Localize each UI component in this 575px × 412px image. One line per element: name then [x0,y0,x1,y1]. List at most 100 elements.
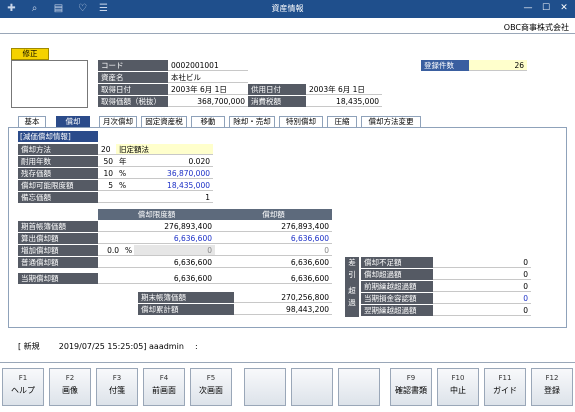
acq-date-field[interactable]: 2003年 6月 1日 [168,84,248,95]
f5-key: F5 [206,374,216,382]
excess-side-label: 超過 [345,281,359,317]
row-label-normal: 普通償却額 [18,257,98,268]
method-name: 旧定額法 [116,144,213,155]
minimize-icon[interactable]: — [520,2,536,15]
zoom-icon[interactable]: ⌕ [28,3,41,15]
name-field[interactable]: 本社ビル [168,72,248,83]
tax-label: 消費税額 [248,96,306,107]
memo-label: 備忘価額 [18,192,98,203]
use-date-label: 供用日付 [248,84,306,95]
f5-label: 次画面 [199,386,223,395]
f1-label: ヘルプ [11,386,35,395]
limit-value: 18,435,000 [130,180,213,191]
calc-limit: 6,636,600 [98,233,215,244]
current-label: 当期償却額 [18,273,98,284]
new-doc-icon[interactable]: ✚ [5,3,18,15]
diff-label-4: 翌期繰越超過額 [361,305,433,316]
col-limit-header: 償却限度額 [98,209,215,220]
diff-label-1: 償却超過額 [361,269,433,280]
tax-field[interactable]: 18,435,000 [306,96,382,107]
f6-button[interactable] [244,368,286,406]
status-timestamp: 2019/07/25 15:25:05] [58,342,147,351]
close-icon[interactable]: ✕ [556,2,572,15]
diff-label-2: 前期繰越超過額 [361,281,433,292]
f3-label: 付箋 [109,386,125,395]
cum-value: 98,443,200 [234,304,332,315]
memo-value[interactable]: 1 [98,192,213,203]
f12-label: 登録 [544,386,560,395]
limit-pct[interactable]: 5 [98,180,116,191]
increase-amount: 0 [215,245,332,256]
f4-key: F4 [159,374,169,382]
method-code[interactable]: 20 [98,144,116,155]
edit-mode-badge: 修正 [11,48,49,60]
image-box[interactable] [11,60,88,108]
residual-value: 36,870,000 [130,168,213,179]
use-date-field[interactable]: 2003年 6月 1日 [306,84,382,95]
life-field[interactable]: 50 [98,156,116,167]
current-limit: 6,636,600 [98,273,215,284]
tab-compression[interactable]: 圧縮 [327,116,357,127]
rate-field: 0.020 [130,156,213,167]
status-extra: : [194,342,198,351]
increase-pct[interactable]: 0.0 [98,245,122,256]
diff-value-3: 0 [433,293,531,304]
f11-key: F11 [498,374,512,382]
end-book-label: 期末帳簿価額 [138,292,234,303]
f3-sticky-button[interactable]: F3 付箋 [96,368,138,406]
f12-register-button[interactable]: F12 登録 [531,368,573,406]
name-label: 資産名 [98,72,168,83]
f2-image-button[interactable]: F2 画像 [49,368,91,406]
diff-value-1: 0 [433,269,531,280]
acq-cost-field[interactable]: 368,700,000 [168,96,248,107]
normal-amount: 6,636,600 [215,257,332,268]
f5-next-button[interactable]: F5 次画面 [190,368,232,406]
count-value: 26 [469,60,527,71]
f1-help-button[interactable]: F1 ヘルプ [2,368,44,406]
life-unit: 年 [116,156,130,167]
limit-label: 償却可能限度額 [18,180,98,191]
code-field[interactable]: 0002001001 [168,60,248,71]
print-icon[interactable]: ▤ [52,3,65,15]
acq-date-label: 取得日付 [98,84,168,95]
count-label: 登録件数 [421,60,469,71]
tab-monthly[interactable]: 月次償却 [99,116,137,127]
f7-button[interactable] [291,368,333,406]
f11-label: ガイド [493,386,517,395]
tab-transfer[interactable]: 移動 [191,116,225,127]
list-icon[interactable]: ☰ [97,3,110,15]
col-amount-header: 償却額 [215,209,332,220]
residual-pct[interactable]: 10 [98,168,116,179]
title-bar: 資産情報 ✚ ⌕ ▤ ♡ ☰ — ☐ ✕ [0,0,575,18]
tab-special[interactable]: 特別償却 [279,116,323,127]
favorite-icon[interactable]: ♡ [76,3,89,15]
tab-basic[interactable]: 基本 [18,116,46,127]
f3-key: F3 [112,374,122,382]
row-label-opening: 期首帳簿価額 [18,221,98,232]
f9-label: 確認書類 [395,386,427,395]
status-user: aaadmin [149,342,184,351]
tab-disposal[interactable]: 除却・売却 [229,116,275,127]
end-book-value: 270,256,800 [234,292,332,303]
tab-method-change[interactable]: 償却方法変更 [361,116,421,127]
maximize-icon[interactable]: ☐ [538,2,554,15]
f12-key: F12 [545,374,559,382]
row-label-increase: 増加償却額 [18,245,98,256]
tab-property-tax[interactable]: 固定資産税 [141,116,187,127]
status-mode: [ 新規 [18,342,40,351]
f11-guide-button[interactable]: F11 ガイド [484,368,526,406]
diff-value-0: 0 [433,257,531,268]
f4-prev-button[interactable]: F4 前画面 [143,368,185,406]
diff-label-3: 当期損金容認額 [361,293,433,304]
method-label: 償却方法 [18,144,98,155]
f9-docs-button[interactable]: F9 確認書類 [390,368,432,406]
f9-key: F9 [406,374,416,382]
tab-depreciation[interactable]: 償却 [56,116,90,127]
f10-label: 中止 [450,386,466,395]
opening-amount: 276,893,400 [215,221,332,232]
f8-button[interactable] [338,368,380,406]
diff-value-2: 0 [433,281,531,292]
f10-cancel-button[interactable]: F10 中止 [437,368,479,406]
residual-pct-unit: % [116,168,130,179]
cum-label: 償却累計額 [138,304,234,315]
